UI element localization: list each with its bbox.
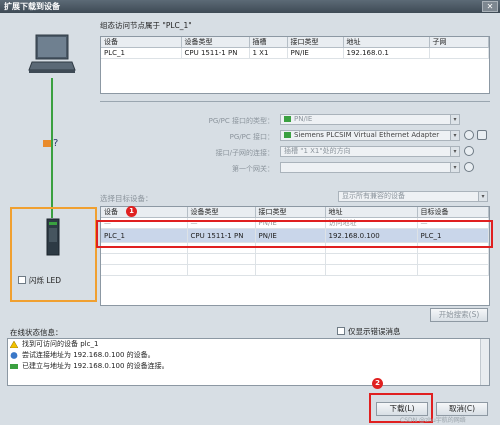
status-list: 找到可访问的设备 plc_1 尝试连接地址为 192.168.0.100 的设备… — [7, 338, 490, 386]
pgpc-type-label: PG/PC 接口的类型： — [208, 117, 274, 125]
pgpc-label: PG/PC 接口： — [229, 133, 274, 141]
col-device-type: 设备类型 — [187, 207, 256, 218]
chevron-down-icon: ▾ — [450, 163, 459, 172]
col-address: 地址 — [325, 207, 418, 218]
list-item: 尝试连接地址为 192.168.0.100 的设备。 — [8, 350, 489, 361]
start-search-button[interactable]: 开始搜索(S) — [430, 308, 488, 322]
col-device: 设备 — [101, 37, 182, 48]
help-icon[interactable] — [464, 146, 474, 156]
properties-icon[interactable] — [464, 130, 474, 140]
flash-led-label: 闪烁 LED — [29, 276, 62, 285]
col-slot: 插槽 — [249, 37, 288, 48]
dialog-title: 扩展下载到设备 — [0, 0, 500, 13]
plc-device-icon — [46, 218, 60, 256]
chevron-down-icon: ▾ — [450, 147, 459, 156]
chevron-down-icon: ▾ — [478, 192, 487, 201]
network-adapter-icon — [284, 132, 291, 138]
pgpc-select[interactable]: Siemens PLCSIM Virtual Ethernet Adapter … — [280, 130, 460, 141]
flash-led-checkbox[interactable] — [18, 276, 26, 284]
warning-icon — [10, 341, 18, 348]
subnet-conn-select[interactable]: 插槽 "1 X1"处的方向 ▾ — [280, 146, 460, 157]
search-icon[interactable] — [477, 130, 487, 140]
col-subnet: 子网 — [429, 37, 489, 48]
pgpc-type-select[interactable]: PN/IE ▾ — [280, 114, 460, 125]
chevron-down-icon: ▾ — [450, 131, 459, 140]
cancel-button[interactable]: 取消(C) — [436, 402, 488, 416]
col-interface-type: 接口类型 — [255, 207, 326, 218]
col-target-device: 目标设备 — [417, 207, 489, 218]
col-interface-type: 接口类型 — [287, 37, 344, 48]
configured-table: 设备 设备类型 插槽 接口类型 地址 子网 PLC_1 CPU 1511-1 P… — [100, 36, 490, 94]
status-scrollbar[interactable] — [480, 339, 489, 385]
annotation-badge-1: 1 — [126, 206, 137, 217]
pnie-icon — [284, 116, 291, 122]
pc-icon — [28, 34, 76, 76]
info-icon — [10, 352, 18, 359]
subnet-conn-label: 接口/子网的连接： — [215, 149, 274, 157]
watermark: CSDN @zhu宇航的网络 — [400, 417, 466, 424]
errors-only-checkbox[interactable] — [337, 327, 345, 335]
annotation-badge-2: 2 — [372, 378, 383, 389]
table-row[interactable]: PLC_1 CPU 1511-1 PN 1 X1 PN/IE 192.168.0… — [101, 47, 489, 59]
svg-text:?: ? — [53, 138, 58, 149]
connected-icon — [10, 364, 18, 369]
target-highlight-box — [96, 220, 493, 248]
list-item: 已建立与地址为 192.168.0.100 的设备连接。 — [8, 361, 489, 372]
download-dialog: 扩展下载到设备 ✕ ? 闪烁 LED 组态访问节点属于 "PLC_1" 设备 设… — [0, 0, 500, 425]
col-device-type: 设备类型 — [181, 37, 250, 48]
chevron-down-icon: ▾ — [450, 115, 459, 124]
gateway-select[interactable]: ▾ — [280, 162, 460, 173]
select-target-label: 选择目标设备： — [100, 194, 153, 203]
gateway-label: 第一个网关： — [232, 165, 274, 173]
status-label: 在线状态信息： — [10, 328, 63, 337]
col-device: 设备 — [101, 207, 188, 218]
configured-heading: 组态访问节点属于 "PLC_1" — [100, 21, 192, 30]
close-button[interactable]: ✕ — [482, 1, 498, 12]
errors-only-label: 仅显示错误消息 — [348, 327, 401, 336]
filter-select[interactable]: 显示所有兼容的设备 ▾ — [338, 191, 488, 202]
list-item: 找到可访问的设备 plc_1 — [8, 339, 489, 350]
col-address: 地址 — [343, 37, 430, 48]
network-question-icon: ? — [42, 134, 62, 150]
separator — [100, 101, 490, 102]
help-icon[interactable] — [464, 162, 474, 172]
